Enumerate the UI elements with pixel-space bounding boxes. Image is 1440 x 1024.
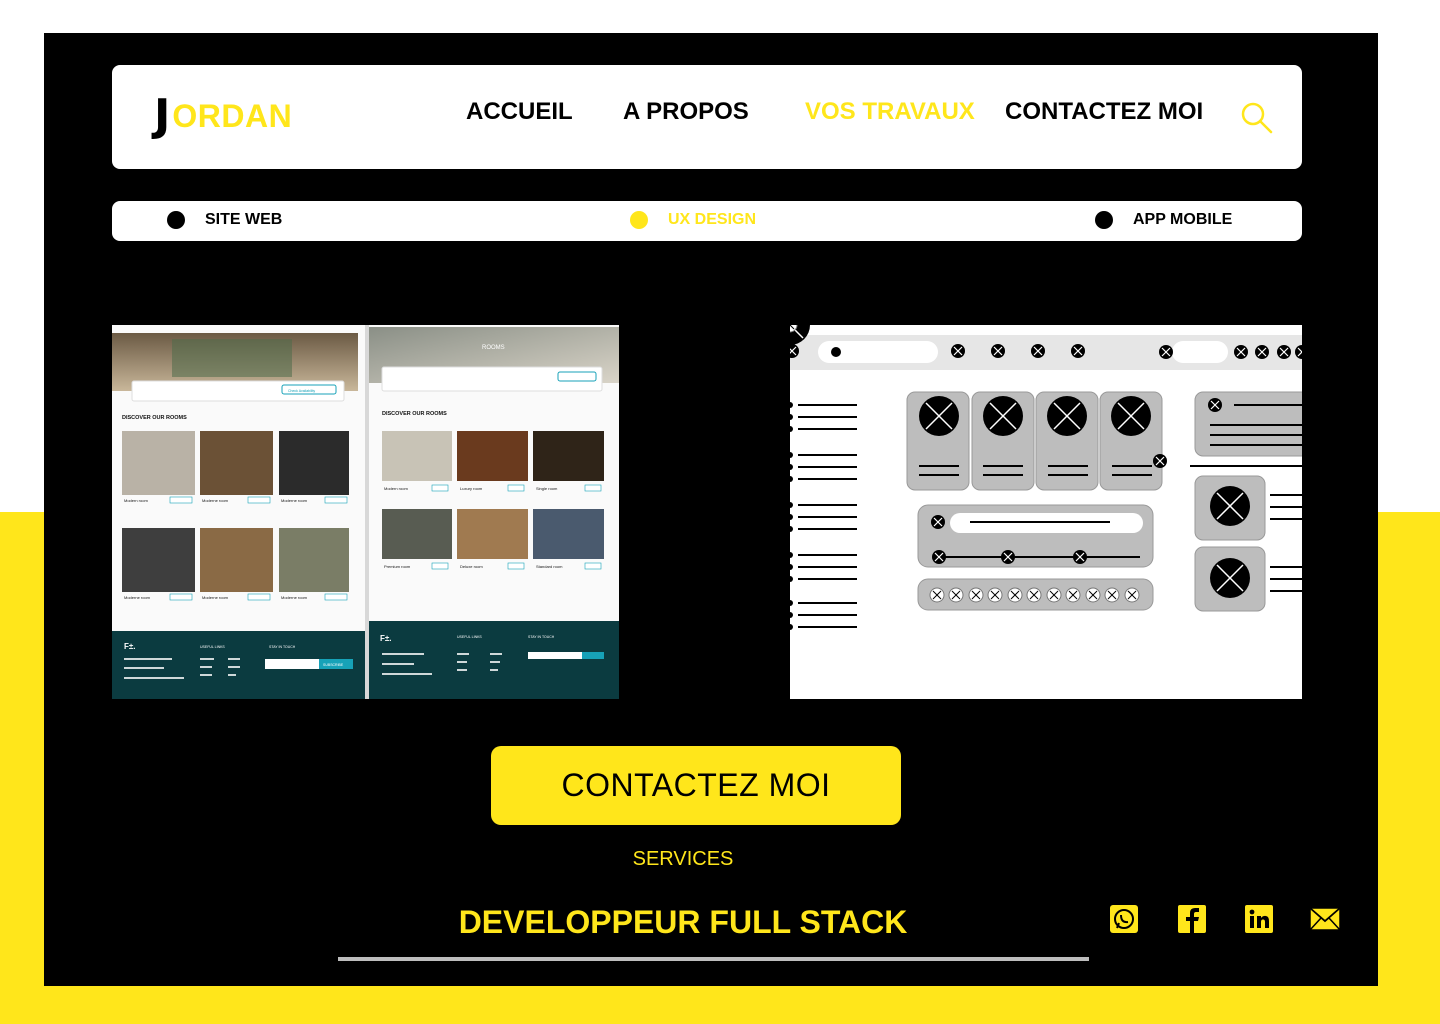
mock-footer-right xyxy=(369,621,619,699)
room-label: Moderne room xyxy=(202,498,229,503)
room-label: Modern room xyxy=(384,486,408,491)
project-thumbnail-hotel-website[interactable]: ROOMS Check Availability DISCOVER OUR RO… xyxy=(112,325,619,699)
room-label: Moderne room xyxy=(202,595,229,600)
header-bar: J ORDAN ACCUEIL A PROPOS VOS TRAVAUX CON… xyxy=(112,65,1302,169)
mock-useful-links: USEFUL LINKS xyxy=(200,645,225,649)
room-label: Modern room xyxy=(124,498,148,503)
filter-dot xyxy=(1095,211,1113,229)
search-icon[interactable] xyxy=(1240,101,1274,135)
mail-icon[interactable] xyxy=(1309,904,1341,934)
logo-initial: J xyxy=(154,90,171,141)
category-filter-bar: SITE WEB UX DESIGN APP MOBILE xyxy=(112,201,1302,241)
contact-cta-button[interactable]: CONTACTEZ MOI xyxy=(491,746,901,825)
project-thumbnail-ux-wireframe[interactable] xyxy=(790,325,1302,699)
room-label: Standard room xyxy=(536,564,563,569)
filter-app-mobile[interactable]: APP MOBILE xyxy=(1095,211,1232,229)
services-label: SERVICES xyxy=(632,848,734,870)
role-title: DEVELOPPEUR FULL STACK xyxy=(458,904,908,940)
facebook-icon[interactable] xyxy=(1177,904,1207,934)
nav-accueil[interactable]: ACCUEIL xyxy=(466,98,573,126)
room-label: Moderne room xyxy=(124,595,151,600)
filter-label: APP MOBILE xyxy=(1133,211,1233,228)
ux-wireframe-preview xyxy=(790,325,1302,630)
linkedin-icon[interactable] xyxy=(1244,904,1274,934)
hotel-website-preview: ROOMS Check Availability DISCOVER OUR RO… xyxy=(112,325,619,699)
mock-discover-right: DISCOVER OUR ROOMS xyxy=(382,411,447,417)
room-label: Single room xyxy=(536,486,558,491)
mock-footer-logo: F±. xyxy=(380,634,392,643)
mock-stay-in-touch: STAY IN TOUCH xyxy=(528,635,555,639)
room-label: Premium room xyxy=(384,564,411,569)
filter-label: UX DESIGN xyxy=(668,211,757,228)
room-label: Luxury room xyxy=(460,486,483,491)
nav-contactez-moi[interactable]: CONTACTEZ MOI xyxy=(1005,98,1203,126)
room-label: Moderne room xyxy=(281,595,308,600)
room-label: Deluxe room xyxy=(460,564,483,569)
mock-discover-left: DISCOVER OUR ROOMS xyxy=(122,415,187,421)
mock-useful-links: USEFUL LINKS xyxy=(457,635,482,639)
mock-rooms-heading: ROOMS xyxy=(482,345,505,351)
filter-dot xyxy=(167,211,185,229)
filter-dot-active xyxy=(630,211,648,229)
logo[interactable]: J ORDAN xyxy=(154,91,292,141)
footer-divider xyxy=(338,957,1089,961)
nav-vos-travaux[interactable]: VOS TRAVAUX xyxy=(805,98,975,126)
mock-subscribe: SUBSCRIBE xyxy=(323,663,344,667)
whatsapp-icon[interactable] xyxy=(1109,904,1139,934)
mock-footer-logo: F±. xyxy=(124,642,136,651)
filter-site-web[interactable]: SITE WEB xyxy=(167,211,282,229)
mock-check-availability: Check Availability xyxy=(288,389,315,393)
nav-a-propos[interactable]: A PROPOS xyxy=(623,98,749,126)
filter-label: SITE WEB xyxy=(205,211,283,228)
logo-text: ORDAN xyxy=(172,97,293,134)
mock-stay-in-touch: STAY IN TOUCH xyxy=(269,645,296,649)
filter-ux-design[interactable]: UX DESIGN xyxy=(630,211,756,229)
room-label: Moderne room xyxy=(281,498,308,503)
